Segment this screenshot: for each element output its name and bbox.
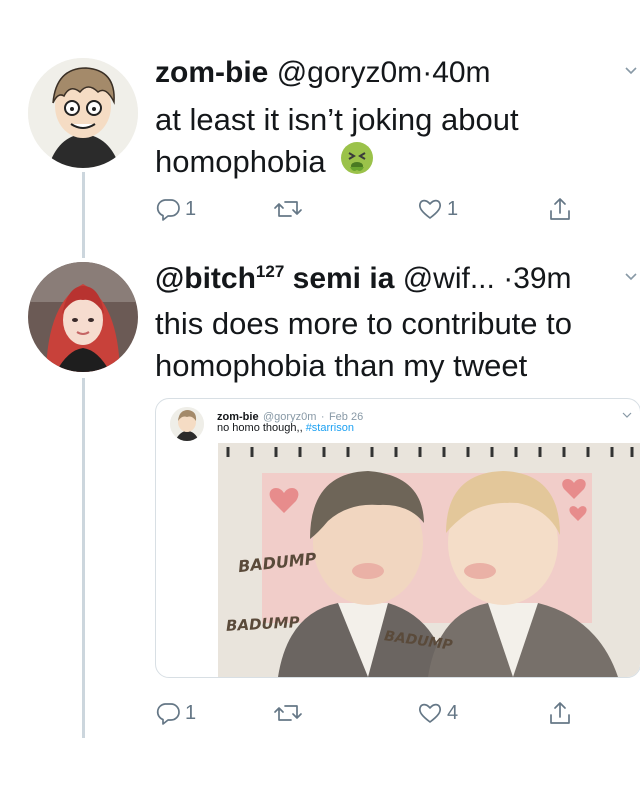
tweet2-name-main: @bitch (155, 262, 256, 295)
tweet1-author-name[interactable]: zom-bie (155, 56, 268, 89)
tweet2-menu-chevron-down-icon[interactable] (624, 268, 638, 289)
tweet1-time[interactable]: 40m (432, 56, 490, 89)
retweet-icon (274, 705, 302, 721)
quoted-tweet-card[interactable]: zom-bie @goryz0m · Feb 26 no homo though… (155, 398, 640, 678)
artwork-badump-text-2: BADUMP (225, 613, 301, 635)
tweet1-text-line2-text: homophobia (155, 144, 326, 179)
tweet2-text: this does more to contribute to homophob… (155, 303, 635, 387)
tweet1-reply-count: 1 (185, 197, 197, 220)
tweet2-action-bar: 1 4 (155, 700, 595, 730)
tweet1-text-line1: at least it isn’t joking about (155, 102, 519, 137)
share-icon (550, 702, 570, 724)
nauseated-face-emoji-icon (340, 141, 374, 186)
tweet1-text-line2: homophobia (155, 141, 625, 186)
like-icon (418, 703, 442, 723)
tweet2-share-button[interactable] (547, 700, 573, 726)
tweet1-header: zom-bie @goryz0m·40m (155, 56, 491, 90)
tweet2-name-sup: 127 (255, 262, 285, 281)
like-icon (418, 199, 442, 219)
tweet1-like-count: 1 (447, 197, 459, 220)
quoted-menu-chevron-down-icon[interactable] (622, 407, 632, 425)
tweet1-share-button[interactable] (547, 196, 573, 222)
tweet2-text-line2: homophobia than my tweet (155, 348, 528, 383)
tweet1-action-bar: 1 1 (155, 196, 595, 226)
tweet2-header: @bitch127 semi ia @wif... ·39m (155, 262, 572, 296)
tweet1-retweet-button[interactable] (273, 196, 303, 222)
tweet2-author-name[interactable]: @bitch127 semi ia (155, 262, 394, 295)
tweet2-retweet-button[interactable] (273, 700, 303, 726)
reply-icon (156, 199, 180, 221)
tweet1-text: at least it isn’t joking about homophobi… (155, 99, 625, 186)
tweet2-reply-button[interactable]: 1 (155, 700, 196, 726)
quoted-artwork-image[interactable]: BADUMP BADUMP BADUMP (218, 443, 640, 677)
tweet1-reply-button[interactable]: 1 (155, 196, 196, 222)
quoted-avatar[interactable] (170, 407, 204, 441)
tweet2-like-button[interactable]: 4 (417, 700, 458, 726)
retweet-icon (274, 201, 302, 217)
tweet2-handle[interactable]: @wif... (403, 262, 495, 295)
tweet2-reply-count: 1 (185, 701, 197, 724)
quoted-hashtag-link[interactable]: #starrison (306, 422, 354, 434)
reply-icon (156, 703, 180, 725)
tweet2-time[interactable]: 39m (513, 262, 571, 295)
tweet2-like-count: 4 (447, 701, 459, 724)
tweet2-name-rest: semi ia (292, 262, 395, 295)
quoted-text: no homo though,, #starrison (217, 422, 354, 434)
avatar-drawing (28, 58, 138, 168)
avatar-zombie[interactable] (28, 58, 138, 168)
avatar-semi-ia[interactable] (28, 262, 138, 372)
tweet1-menu-chevron-down-icon[interactable] (624, 62, 638, 83)
tweet2-separator: · (503, 262, 514, 295)
thread-connector-line (82, 172, 85, 258)
avatar-photo (28, 262, 138, 372)
tweet1-separator: · (422, 56, 433, 89)
thread-connector-line-2 (82, 378, 85, 738)
tweet2-text-line1: this does more to contribute to (155, 306, 573, 341)
share-icon (550, 198, 570, 220)
tweet1-handle[interactable]: @goryz0m (277, 56, 423, 89)
tweet1-like-button[interactable]: 1 (417, 196, 458, 222)
quoted-text-body: no homo though,, (217, 422, 303, 434)
